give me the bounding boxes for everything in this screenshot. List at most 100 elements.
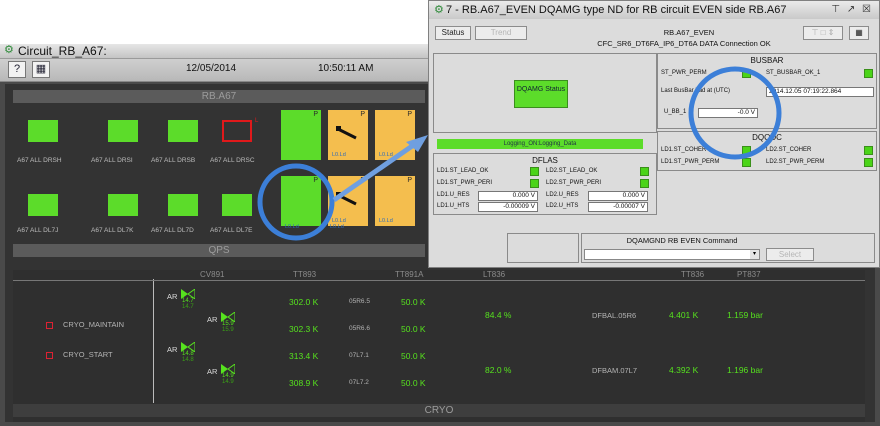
dflas-label: LD2.U_HTS [546, 203, 579, 209]
device-square[interactable] [28, 120, 58, 142]
dflas-title: DFLAS [532, 156, 558, 165]
device-label: A67 ALL DRSB [151, 157, 196, 164]
date-display: 12/05/2014 [186, 63, 237, 74]
value-field: 0.000 V [478, 191, 538, 201]
dflas-label: LD1.U_RES [437, 192, 470, 198]
dflas-label: LD1.ST_LEAD_OK [437, 168, 489, 174]
cryo-panel [13, 270, 865, 422]
tt893-value: 302.3 K [289, 324, 319, 334]
pc-label: L0.Ld [379, 218, 393, 224]
dflas-label: LD2.U_RES [546, 192, 579, 198]
tt891a-value: 50.0 K [401, 378, 426, 388]
status-led [530, 167, 539, 176]
device-label: A67 ALL DRSC [210, 157, 255, 164]
print-icon[interactable]: ▦ [849, 26, 869, 40]
lt836-value: 82.0 % [485, 365, 512, 375]
device-square[interactable] [222, 194, 252, 216]
device-label: A67 ALL DRSH [17, 157, 62, 164]
value-field: -0.00007 V [588, 202, 648, 212]
pc-status-box[interactable]: P [281, 176, 321, 226]
dqqdc-label: LD1.ST_COHER [661, 147, 707, 153]
lt836-value: 84.4 % [485, 310, 512, 320]
device-square[interactable] [108, 120, 138, 142]
pc-tag: P [407, 177, 412, 184]
device-square[interactable] [168, 120, 198, 142]
status-led [864, 158, 873, 167]
dflas-label: LD2.ST_LEAD_OK [546, 168, 598, 174]
pc-status-box[interactable]: P [281, 110, 321, 160]
cryo-header: PT837 [737, 270, 761, 279]
pc-label: L0.Ld [379, 152, 393, 158]
pc-status-box[interactable]: P L0.Ld [328, 176, 368, 226]
busbar-label: U_BB_1 [664, 109, 687, 115]
pt837-value: 1.159 bar [727, 310, 763, 320]
device-label: A67 ALL DL7K [91, 227, 134, 234]
value-field: -0.0 V [698, 108, 758, 118]
status-led [530, 179, 539, 188]
switch-icon [336, 192, 357, 206]
chevron-down-icon[interactable]: ▾ [750, 250, 759, 259]
dfb-label: DFBAM.07L7 [592, 366, 638, 375]
nav-buttons[interactable]: ⊤ □ ⇕ [803, 26, 843, 40]
busbar-label: ST_PWR_PERM [661, 70, 707, 76]
tt891a-value: 50.0 K [401, 297, 426, 307]
pc-label: L0.Ld [332, 152, 346, 158]
pc-status-box[interactable]: P L0.Ld [375, 176, 415, 226]
ar-value: 14.7 [182, 304, 194, 310]
busbar-label: ST_BUSBAR_OK_1 [766, 70, 821, 76]
pc-tag: P [313, 177, 318, 184]
state-indicator[interactable] [46, 352, 53, 359]
tt836-value: 4.392 K [669, 365, 699, 375]
pc-tag: P [360, 111, 365, 118]
divider [13, 280, 865, 281]
connection-status: CFC_SR6_DT6FA_IP6_DT6A DATA Connection O… [597, 39, 771, 48]
dqamg-status-button[interactable]: DQAMG Status [514, 80, 568, 108]
device-label: A67 ALL DRSI [91, 157, 133, 164]
cryo-header: TT891A [395, 270, 424, 279]
tt893-value: 308.9 K [289, 378, 319, 388]
cryo-header: TT836 [681, 270, 705, 279]
device-square[interactable] [168, 194, 198, 216]
dqqdc-label: LD1.ST_PWR_PERM [661, 159, 720, 165]
sensor-tag: 07L7.1 [349, 352, 369, 359]
cryo-header: TT893 [293, 270, 317, 279]
ar-label: AR [207, 315, 218, 324]
logging-status: Logging_ON:Logging_Data [437, 139, 643, 149]
popup-titlebar: ⚙ 7 - RB.A67_EVEN DQAMG type ND for RB c… [429, 1, 879, 19]
trend-button[interactable]: Trend [475, 26, 527, 40]
time-display: 10:50:11 AM [318, 63, 374, 74]
busbar-title: BUSBAR [750, 56, 784, 65]
pc-tag: P [313, 111, 318, 118]
dflas-label: LD1.ST_PWR_PERI [437, 180, 493, 186]
ar-value: 15.9 [222, 327, 234, 333]
print-icon[interactable]: ▦ [32, 61, 50, 78]
device-square[interactable] [28, 194, 58, 216]
pc-status-box[interactable]: P L0.Ld [375, 110, 415, 160]
ar-label: AR [167, 345, 178, 354]
popup-title: 7 - RB.A67_EVEN DQAMG type ND for RB cir… [446, 4, 787, 16]
dfb-label: DFBAL.05R6 [592, 311, 637, 320]
busbar-label: Last BusBar bad at (UTC) [661, 88, 731, 94]
command-blank-panel [507, 233, 579, 263]
state-indicator[interactable] [46, 322, 53, 329]
device-square-alarm[interactable] [222, 120, 252, 142]
status-button[interactable]: Status [435, 26, 471, 40]
help-icon[interactable]: ? [8, 61, 26, 78]
sensor-tag: 05R6.5 [349, 298, 370, 305]
status-led [742, 158, 751, 167]
select-button[interactable]: Select [766, 248, 814, 261]
dflas-panel: DFLAS LD1.ST_LEAD_OK LD2.ST_LEAD_OK LD1.… [433, 153, 657, 215]
dqamg-popup-window: ⚙ 7 - RB.A67_EVEN DQAMG type ND for RB c… [428, 0, 880, 268]
command-select[interactable] [584, 249, 760, 260]
pc-status-box[interactable]: P L0.Ld [328, 110, 368, 160]
device-square[interactable] [108, 194, 138, 216]
tt893-value: 302.0 K [289, 297, 319, 307]
status-led [864, 146, 873, 155]
window-title: Circuit_RB_A67: [18, 44, 107, 58]
cryo-state-label: CRYO_MAINTAIN [63, 320, 124, 329]
section-header-qps: QPS [13, 244, 425, 257]
pc-tag: P [360, 177, 365, 184]
dqqdc-panel: DQQDC LD1.ST_COHER LD2.ST_COHER LD1.ST_P… [657, 131, 877, 171]
cryo-header: LT836 [483, 270, 506, 279]
window-controls-icon[interactable]: ⊤ ↗ ☒ [831, 1, 873, 19]
